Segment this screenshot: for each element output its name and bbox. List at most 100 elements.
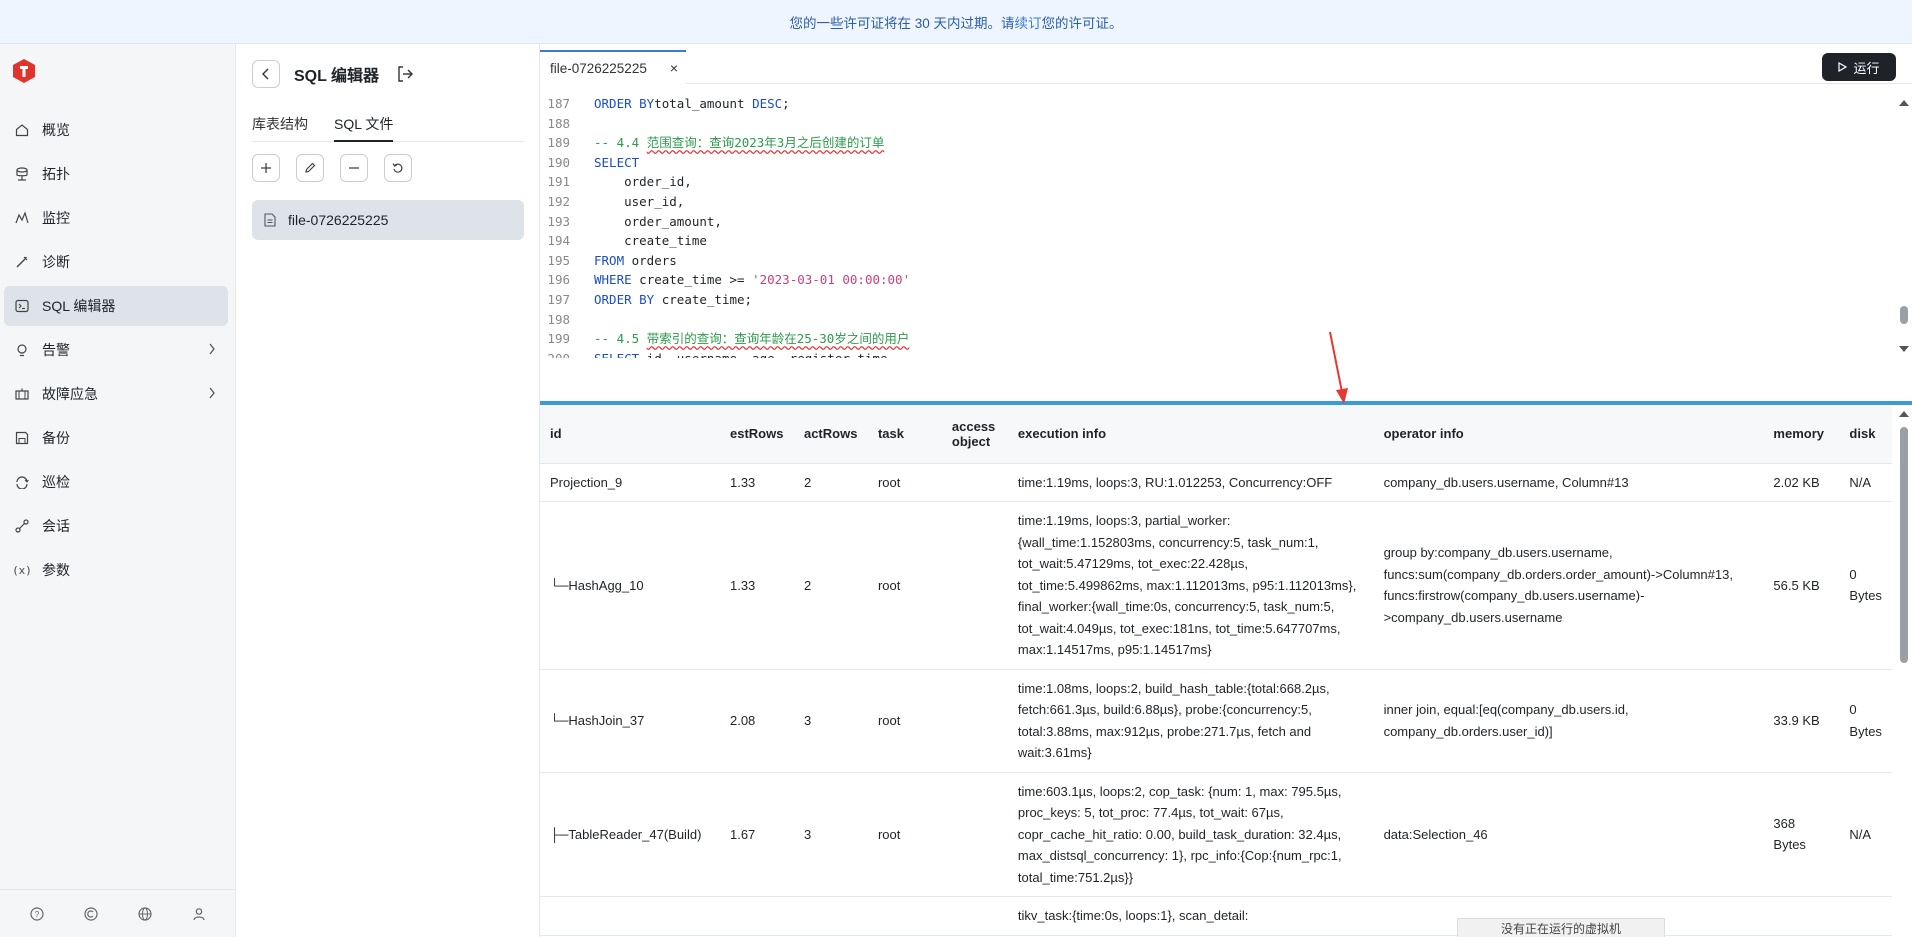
table-cell: 0 Bytes (1839, 501, 1892, 670)
help-icon[interactable]: ? (28, 905, 46, 923)
emergency-icon (14, 386, 30, 402)
alert-icon (14, 342, 30, 358)
sidebar-item-topology[interactable]: 拓扑 (4, 154, 228, 194)
user-icon[interactable] (190, 905, 208, 923)
code-line[interactable]: 194 create_time (540, 231, 707, 251)
tab-schema[interactable]: 库表结构 (252, 110, 308, 141)
code-editor[interactable]: 187 ORDER BYtotal_amount DESC; 188 189 -- 4.… (540, 90, 1892, 358)
rename-file-button[interactable] (296, 154, 324, 182)
minus-icon (349, 167, 359, 169)
back-button[interactable] (252, 60, 280, 88)
code-token: order_id, (594, 174, 692, 190)
code-scroll-thumb[interactable] (1900, 306, 1908, 324)
code-token: DESC (752, 96, 783, 111)
code-scrollbar[interactable] (1896, 96, 1912, 358)
column-header[interactable]: operator info (1373, 405, 1764, 464)
sidebar-item-emergency[interactable]: 故障应急 (4, 374, 228, 414)
code-line[interactable]: 189 -- 4.4 范围查询：查询2023年3月之后创建的订单 (540, 133, 884, 153)
line-number: 188 (547, 115, 570, 131)
column-header[interactable]: task (867, 405, 942, 464)
chevron-right-icon (208, 386, 216, 402)
exit-icon[interactable] (395, 64, 415, 84)
code-line[interactable]: 199 -- 4.5 带索引的查询：查询年龄在25-30岁之间的用户 (540, 329, 909, 349)
sidebar-item-backup[interactable]: 备份 (4, 418, 228, 458)
code-line[interactable]: 187 ORDER BYtotal_amount DESC; (540, 94, 789, 114)
code-line[interactable]: 191 order_id, (540, 172, 692, 192)
scroll-up-icon[interactable] (1899, 411, 1909, 417)
column-header[interactable]: id (540, 405, 720, 464)
code-line[interactable]: 192 user_id, (540, 192, 684, 212)
table-cell: 1.33 (719, 501, 794, 670)
table-row[interactable]: Projection_9 1.33 2 root time:1.19ms, loops:… (540, 463, 1892, 502)
code-line[interactable]: 200 SELECT id, username, age, register_ti… (540, 349, 888, 358)
sidebar-item-monitor[interactable]: 监控 (4, 198, 228, 238)
sidebar-item-params[interactable]: (x) 参数 (4, 550, 228, 590)
column-header[interactable]: disk (1839, 405, 1892, 464)
params-icon: (x) (14, 562, 30, 578)
results-scroll-thumb[interactable] (1900, 427, 1908, 663)
code-token: id, username, age, register_time (639, 351, 888, 358)
copyright-icon[interactable] (82, 905, 100, 923)
table-cell: data:Selection_46 (1373, 772, 1764, 897)
sidebar-item-alert[interactable]: 告警 (4, 330, 228, 370)
table-cell (793, 896, 868, 936)
add-file-button[interactable] (252, 154, 280, 182)
table-cell (941, 669, 1008, 773)
banner-text-suffix: 您的许可证。 (1041, 15, 1123, 31)
file-list-item[interactable]: file-0726225225 (252, 200, 524, 240)
code-token: ORDER BY (594, 96, 655, 111)
code-line[interactable]: 198 (540, 310, 594, 330)
column-header[interactable]: memory (1763, 405, 1840, 464)
table-cell (1839, 896, 1892, 936)
sidebar-item-home[interactable]: 概览 (4, 110, 228, 150)
renew-link[interactable]: 续订 (1015, 12, 1042, 32)
table-row[interactable]: tikv_task:{time:0s, loops:1}, scan_detai… (540, 896, 1892, 936)
refresh-button[interactable] (384, 154, 412, 182)
table-cell: 2.08 (719, 669, 794, 773)
table-cell: └─HashAgg_10 (540, 501, 720, 670)
results-scrollbar[interactable] (1896, 405, 1912, 937)
code-line[interactable]: 188 (540, 114, 594, 134)
code-line[interactable]: 193 order_amount, (540, 212, 722, 232)
scroll-up-icon[interactable] (1899, 100, 1909, 106)
table-row[interactable]: └─HashAgg_10 1.33 2 root time:1.19ms, loops:… (540, 501, 1892, 670)
column-header[interactable]: actRows (793, 405, 868, 464)
sidebar-item-diagnose[interactable]: 诊断 (4, 242, 228, 282)
sidebar-item-session[interactable]: 会话 (4, 506, 228, 546)
nav-list: 概览拓扑监控诊断 SQL 编辑器告警故障应急备份巡检会话 (x) 参数 (4, 110, 228, 594)
column-header[interactable]: estRows (719, 405, 794, 464)
table-cell (941, 501, 1008, 670)
code-token: FROM (594, 252, 625, 268)
editor-tab-label: file-0726225225 (550, 60, 647, 76)
close-icon[interactable]: × (670, 60, 678, 76)
code-line[interactable]: 196 WHERE create_time >= '2023-03-01 00:0… (540, 270, 910, 290)
run-button[interactable]: 运行 (1822, 53, 1896, 81)
svg-text:(x): (x) (14, 564, 30, 577)
code-line[interactable]: 190 SELECT (540, 153, 639, 173)
sidebar-item-label: 会话 (42, 518, 70, 534)
sidebar-footer: ? (0, 889, 236, 937)
file-icon (264, 213, 276, 227)
sidebar-item-sql-editor[interactable]: SQL 编辑器 (4, 286, 228, 326)
code-line[interactable]: 197 ORDER BY create_time; (540, 290, 752, 310)
table-row[interactable]: └─HashJoin_37 2.08 3 root time:1.08ms, loops… (540, 669, 1892, 773)
code-token: user_id, (594, 194, 685, 209)
table-cell: 3 (793, 772, 868, 897)
globe-icon[interactable] (136, 905, 154, 923)
app-logo[interactable] (12, 58, 38, 86)
editor-tab[interactable]: file-0726225225 × (540, 50, 686, 84)
code-token: create_time (594, 233, 707, 249)
table-row[interactable]: ├─TableReader_47(Build) 1.67 3 root time:603… (540, 772, 1892, 897)
code-token: create_time >= (631, 272, 753, 288)
column-header[interactable]: execution info (1007, 405, 1374, 464)
delete-file-button[interactable] (340, 154, 368, 182)
tab-sql-files[interactable]: SQL 文件 (334, 110, 394, 142)
table-header-row: id estRows actRows task access object executi… (540, 405, 1892, 464)
table-cell (719, 896, 794, 936)
sidebar-item-inspect[interactable]: 巡检 (4, 462, 228, 502)
sidebar-item-label: 参数 (42, 562, 70, 578)
code-line[interactable]: 195 FROM orders (540, 251, 676, 271)
panel-tabs: 库表结构 SQL 文件 (252, 110, 524, 142)
column-header[interactable]: access object (941, 405, 1008, 464)
scroll-down-icon[interactable] (1899, 346, 1909, 352)
